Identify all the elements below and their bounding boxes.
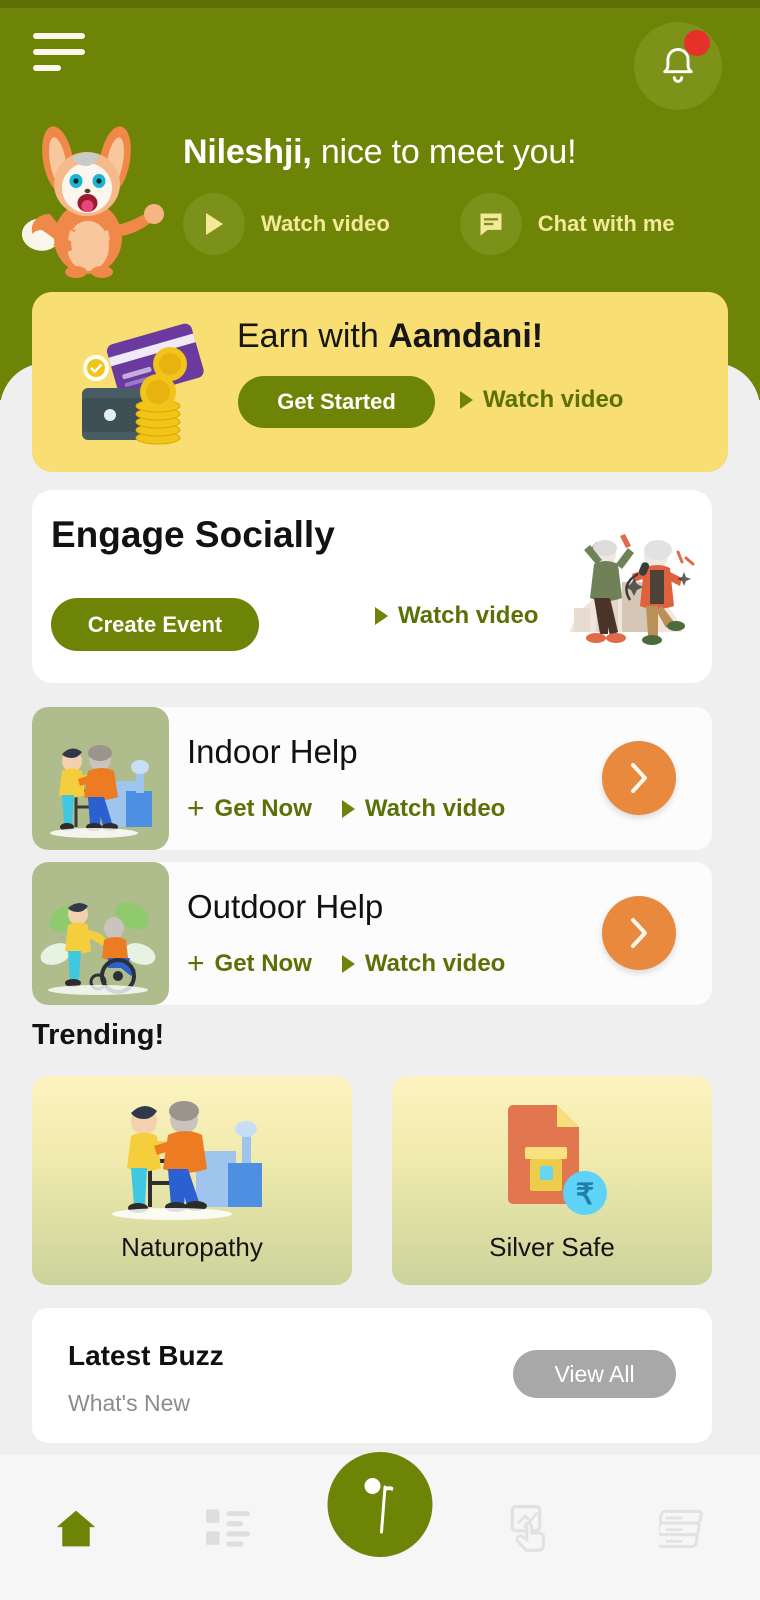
indoor-help-row[interactable]: Indoor Help + Get Now Watch video: [32, 707, 712, 850]
greeting-suffix: nice to meet you!: [312, 133, 577, 171]
chat-icon: [477, 210, 505, 238]
trending-card-naturopathy[interactable]: Naturopathy: [32, 1076, 352, 1285]
status-bar-strip: [0, 0, 760, 8]
list-icon: [206, 1509, 250, 1547]
hamburger-icon[interactable]: [33, 33, 89, 77]
play-icon-circle: [183, 193, 245, 255]
indoor-help-links: + Get Now Watch video: [187, 794, 505, 824]
app-root: Nileshji, nice to meet you! Watch video: [0, 0, 760, 1600]
create-event-button[interactable]: Create Event: [51, 598, 259, 651]
indoor-help-watch-video-link[interactable]: Watch video: [342, 795, 505, 823]
hamburger-line: [33, 65, 61, 71]
indoor-help-thumbnail: [32, 707, 169, 850]
hamburger-line: [33, 49, 85, 55]
plus-icon: +: [187, 794, 205, 824]
latest-buzz-title: Latest Buzz: [68, 1340, 224, 1372]
chevron-right-icon: [628, 761, 650, 795]
outdoor-help-links: + Get Now Watch video: [187, 949, 505, 979]
tap-hand-icon: [508, 1504, 556, 1552]
cards-stack-icon: [659, 1507, 709, 1549]
header-chat-button[interactable]: Chat with me: [460, 193, 675, 255]
aamdani-watch-video-label: Watch video: [483, 386, 623, 414]
plus-icon: +: [187, 949, 205, 979]
latest-buzz-view-all-button[interactable]: View All: [513, 1350, 676, 1398]
fox-mascot: [14, 118, 174, 278]
outdoor-help-thumbnail: [32, 862, 169, 1005]
indoor-help-watch-video-label: Watch video: [365, 795, 505, 823]
notification-badge: [684, 30, 710, 56]
aamdani-banner[interactable]: Earn with Aamdani! Get Started Watch vid…: [32, 292, 728, 472]
indoor-help-get-now-link[interactable]: + Get Now: [187, 794, 312, 824]
greeting-text: Nileshji, nice to meet you!: [183, 133, 576, 172]
outdoor-help-get-now-link[interactable]: + Get Now: [187, 949, 312, 979]
nav-item-tap[interactable]: [456, 1455, 608, 1600]
walking-cane-icon: [355, 1474, 405, 1536]
seniors-dancing-illustration: [550, 512, 702, 658]
hamburger-line: [33, 33, 85, 39]
header-actions: Watch video Chat with me: [183, 193, 675, 255]
nav-item-cards[interactable]: [608, 1455, 760, 1600]
aamdani-get-started-button[interactable]: Get Started: [238, 376, 435, 428]
play-triangle-icon: [342, 955, 355, 973]
play-triangle-icon: [460, 391, 473, 409]
trending-section-title: Trending!: [32, 1019, 164, 1052]
play-icon: [202, 211, 226, 237]
play-triangle-icon: [342, 800, 355, 818]
nav-item-list[interactable]: [152, 1455, 304, 1600]
aamdani-title-strong: Aamdani!: [388, 317, 543, 355]
indoor-help-get-now-label: Get Now: [215, 795, 312, 823]
indoor-help-title: Indoor Help: [187, 733, 358, 771]
trending-card-silver-safe[interactable]: ₹ Silver Safe: [392, 1076, 712, 1285]
engage-watch-video-label: Watch video: [398, 602, 538, 630]
outdoor-help-get-now-label: Get Now: [215, 950, 312, 978]
nav-item-home[interactable]: [0, 1455, 152, 1600]
home-icon: [53, 1506, 99, 1550]
elder-walker-illustration: [92, 1093, 292, 1223]
play-triangle-icon: [375, 607, 388, 625]
trending-card-label: Naturopathy: [32, 1232, 352, 1263]
aamdani-watch-video-link[interactable]: Watch video: [460, 386, 623, 414]
trending-card-art: ₹: [392, 1090, 712, 1225]
outdoor-help-title: Outdoor Help: [187, 888, 383, 926]
outdoor-help-watch-video-label: Watch video: [365, 950, 505, 978]
aamdani-title-prefix: Earn with: [237, 317, 388, 355]
outdoor-help-row[interactable]: Outdoor Help + Get Now Watch video: [32, 862, 712, 1005]
indoor-care-illustration: [32, 707, 169, 850]
latest-buzz-card: Latest Buzz What's New View All: [32, 1308, 712, 1443]
latest-buzz-subtitle: What's New: [68, 1390, 190, 1417]
outdoor-help-watch-video-link[interactable]: Watch video: [342, 950, 505, 978]
outdoor-wheelchair-illustration: [32, 862, 169, 1005]
outdoor-help-arrow-button[interactable]: [602, 896, 676, 970]
nav-fab-button[interactable]: [328, 1452, 433, 1557]
header-chat-label: Chat with me: [538, 211, 675, 237]
engage-watch-video-link[interactable]: Watch video: [375, 602, 538, 630]
greeting-user-name: Nileshji,: [183, 133, 312, 171]
header-watch-video-label: Watch video: [261, 211, 390, 237]
wallet-card-coins-illustration: [74, 320, 212, 448]
header-watch-video-button[interactable]: Watch video: [183, 193, 390, 255]
chevron-right-icon: [628, 916, 650, 950]
engage-socially-card: Engage Socially Create Event Watch video: [32, 490, 712, 683]
aamdani-title: Earn with Aamdani!: [237, 317, 543, 356]
notification-button[interactable]: [634, 22, 722, 110]
trending-card-art: [32, 1090, 352, 1225]
svg-text:₹: ₹: [576, 1179, 594, 1211]
trending-card-label: Silver Safe: [392, 1232, 712, 1263]
indoor-help-arrow-button[interactable]: [602, 741, 676, 815]
engage-socially-title: Engage Socially: [51, 514, 335, 556]
document-safe-rupee-illustration: ₹: [487, 1093, 617, 1223]
chat-icon-circle: [460, 193, 522, 255]
